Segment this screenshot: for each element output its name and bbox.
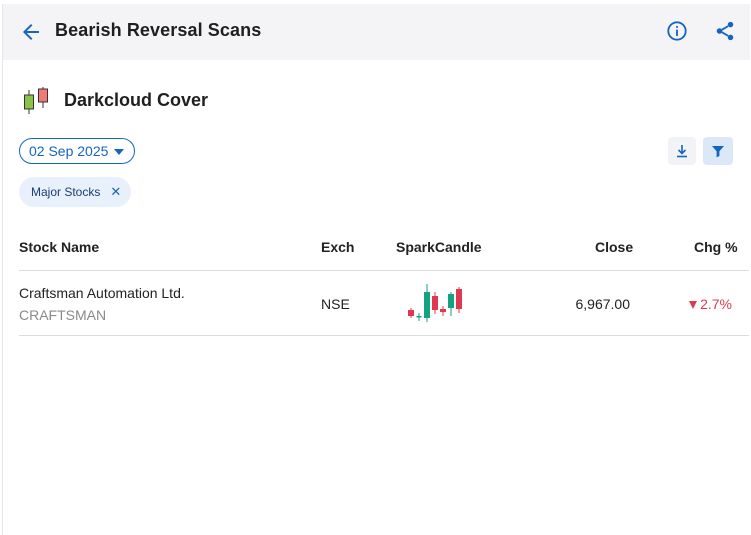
sparkcandle-2 (416, 313, 422, 321)
date-selector[interactable]: 02 Sep 2025 (19, 138, 136, 164)
column-header-stock-name[interactable]: Stock Name (19, 239, 99, 255)
header-divider (19, 270, 749, 271)
app-frame: Bearish Reversal Scans Darkcloud Cover 0… (2, 4, 751, 535)
chip-label: Major Stocks (31, 185, 101, 199)
back-arrow-icon[interactable] (19, 20, 43, 44)
caret-down-icon (114, 148, 125, 155)
stock-symbol: CRAFTSMAN (19, 307, 107, 323)
change-value: 2.7% (700, 296, 732, 312)
sparkcandle-chart (408, 284, 462, 322)
filter-chip-major-stocks: Major Stocks ✕ (19, 177, 132, 207)
column-header-sparkcandle: SparkCandle (396, 239, 482, 255)
app-header: Bearish Reversal Scans (3, 4, 750, 60)
info-icon[interactable] (666, 20, 688, 42)
remove-chip-icon[interactable]: ✕ (110, 184, 121, 200)
column-header-chg[interactable]: Chg % (694, 239, 738, 255)
exchange: NSE (321, 296, 350, 312)
sparkcandle-1 (408, 308, 414, 318)
row-divider (19, 335, 749, 336)
close-price: 6,967.00 (575, 296, 631, 312)
share-icon[interactable] (714, 20, 736, 42)
download-button[interactable] (668, 137, 696, 165)
column-header-exch[interactable]: Exch (321, 239, 354, 255)
sparkcandle-7 (456, 287, 462, 313)
filter-button[interactable] (703, 137, 733, 165)
change-percent: 2.7% (689, 296, 732, 312)
date-value: 02 Sep 2025 (29, 143, 109, 159)
page-title: Bearish Reversal Scans (55, 20, 262, 40)
candlestick-pattern-icon (24, 87, 48, 114)
stock-name[interactable]: Craftsman Automation Ltd. (19, 285, 185, 301)
sparkcandle-5 (440, 306, 446, 316)
filter-icon (712, 146, 724, 158)
download-icon (677, 145, 687, 158)
sparkcandle-4 (432, 292, 438, 314)
column-header-close[interactable]: Close (595, 239, 633, 255)
sparkcandle-3 (424, 284, 430, 322)
sparkcandle-6 (448, 292, 454, 316)
down-triangle-icon (689, 301, 698, 309)
scan-name: Darkcloud Cover (64, 90, 209, 110)
